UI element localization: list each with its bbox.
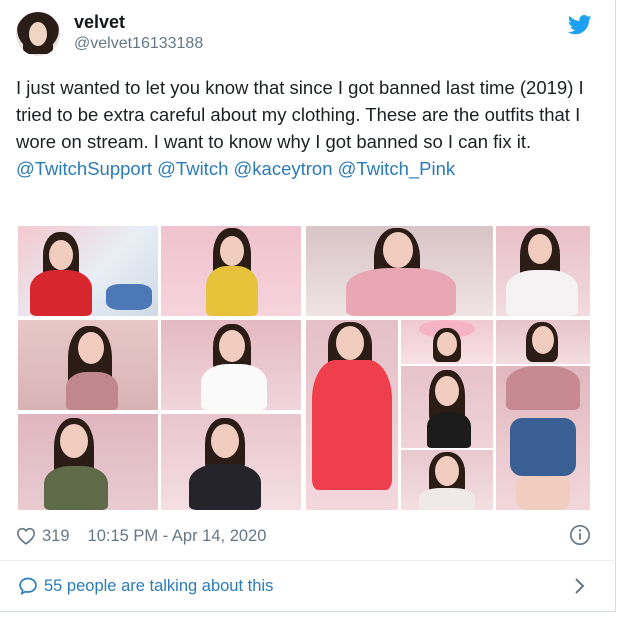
photo[interactable] bbox=[496, 226, 590, 316]
author-name[interactable]: velvet bbox=[74, 12, 125, 33]
conversation-link[interactable]: 55 people are talking about this bbox=[18, 574, 273, 598]
mention-twitchsupport[interactable]: @TwitchSupport bbox=[16, 158, 152, 179]
photo[interactable] bbox=[401, 450, 493, 510]
divider bbox=[0, 560, 616, 561]
tweet-stats: 319 10:15 PM - Apr 14, 2020 bbox=[16, 524, 266, 548]
photo[interactable] bbox=[18, 414, 158, 510]
chevron-right-icon[interactable] bbox=[574, 577, 586, 595]
photo[interactable] bbox=[18, 320, 158, 410]
avatar-face bbox=[29, 22, 47, 46]
tweet-card: velvet @velvet16133188 I just wanted to … bbox=[0, 0, 616, 612]
mention-kaceytron[interactable]: @kaceytron bbox=[234, 158, 333, 179]
tweet-body: I just wanted to let you know that since… bbox=[16, 77, 584, 152]
heart-icon[interactable] bbox=[16, 527, 36, 545]
tweet-text: I just wanted to let you know that since… bbox=[16, 74, 596, 182]
avatar[interactable] bbox=[16, 12, 60, 56]
photo[interactable] bbox=[161, 414, 301, 510]
photo[interactable] bbox=[161, 226, 301, 316]
photo[interactable] bbox=[161, 320, 301, 410]
photo[interactable] bbox=[18, 226, 158, 316]
photo[interactable] bbox=[401, 366, 493, 448]
author-handle[interactable]: @velvet16133188 bbox=[74, 35, 203, 53]
timestamp[interactable]: 10:15 PM - Apr 14, 2020 bbox=[88, 527, 267, 546]
photo[interactable] bbox=[306, 320, 398, 510]
photo[interactable] bbox=[306, 226, 493, 316]
conversation-label[interactable]: 55 people are talking about this bbox=[44, 577, 273, 596]
photo[interactable] bbox=[401, 320, 493, 364]
mention-twitch-pink[interactable]: @Twitch_Pink bbox=[338, 158, 456, 179]
info-icon[interactable] bbox=[569, 524, 591, 546]
twitter-bird-icon[interactable] bbox=[568, 14, 592, 36]
photo[interactable] bbox=[496, 366, 590, 510]
like-count[interactable]: 319 bbox=[42, 527, 70, 546]
photo-collage[interactable] bbox=[18, 226, 590, 511]
speech-bubble-icon bbox=[19, 577, 37, 596]
photo[interactable] bbox=[496, 320, 590, 364]
mention-twitch[interactable]: @Twitch bbox=[157, 158, 228, 179]
